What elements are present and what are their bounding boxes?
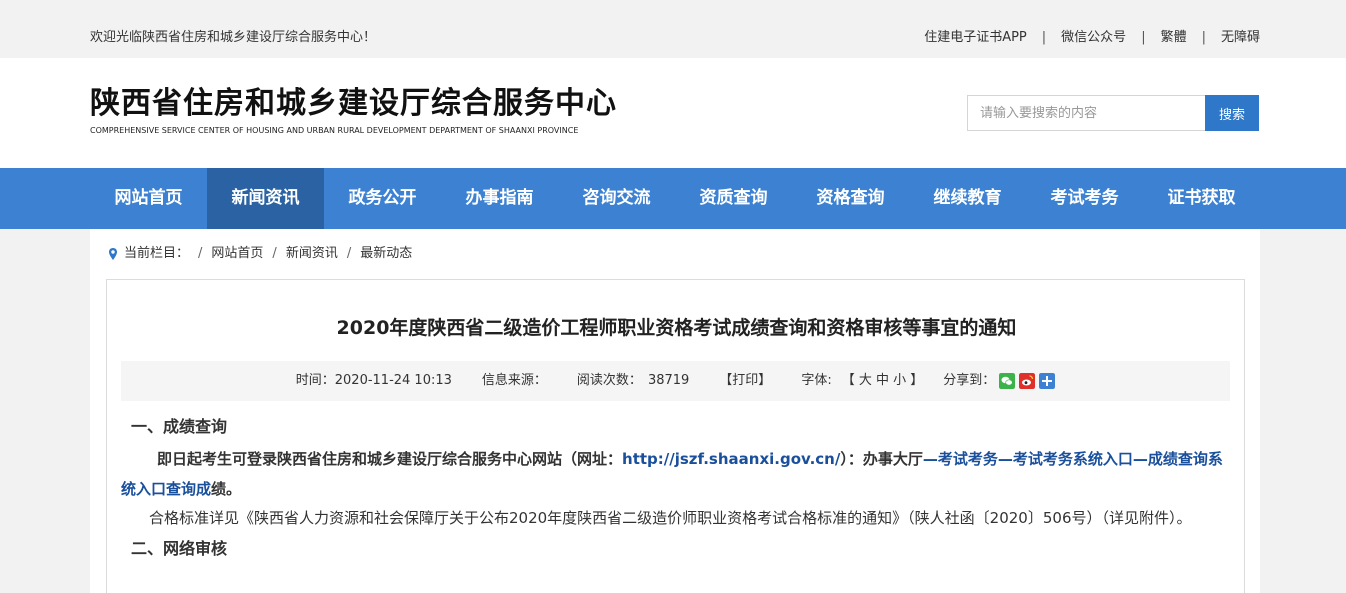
wechat-account-link[interactable]: 微信公众号 [1061, 29, 1126, 47]
article-paragraph: 合格标准详见《陕西省人力资源和社会保障厅关于公布2020年度陕西省二级造价师职业… [149, 509, 1192, 527]
nav-item-exams[interactable]: 考试考务 [1026, 168, 1143, 229]
weibo-icon[interactable] [1019, 373, 1036, 389]
views-count: 38719 [647, 373, 690, 388]
article-paragraph: 即日起考生可登录陕西省住房和城乡建设厅综合服务中心网站（网址：http://js… [121, 444, 1231, 504]
breadcrumb-latest[interactable]: 最新动态 [360, 229, 412, 279]
breadcrumb-separator: / [198, 246, 203, 261]
print-button[interactable]: 【打印】 [719, 361, 771, 401]
wechat-icon[interactable] [999, 373, 1016, 389]
site-header: 陕西省住房和城乡建设厅综合服务中心 COMPREHENSIVE SERVICE … [0, 58, 1346, 168]
site-logo-subtitle: COMPREHENSIVE SERVICE CENTER OF HOUSING … [90, 126, 579, 135]
accessibility-link[interactable]: 无障碍 [1221, 29, 1260, 47]
article-meta: 时间：2020-11-24 10:13 信息来源： 阅读次数： 38719 【打… [121, 361, 1230, 401]
nav-item-continuing-education[interactable]: 继续教育 [909, 168, 1026, 229]
nav-item-certificate-retrieval[interactable]: 证书获取 [1143, 168, 1260, 229]
share-label: 分享到： [943, 373, 996, 388]
nav-item-qualification-query[interactable]: 资质查询 [675, 168, 792, 229]
article-box: 2020年度陕西省二级造价工程师职业资格考试成绩查询和资格审核等事宜的通知 时间… [106, 279, 1245, 593]
top-links: 住建电子证书APP | 微信公众号 | 繁體 | 无障碍 [924, 29, 1260, 47]
nav-item-service-guide[interactable]: 办事指南 [441, 168, 558, 229]
breadcrumb-label: 当前栏目： [124, 246, 190, 261]
website-url-link[interactable]: http://jszf.shaanxi.gov.cn/ [622, 450, 840, 468]
e-certificate-app-link[interactable]: 住建电子证书APP [924, 29, 1027, 47]
paragraph-text: ）：办事大厅 [840, 450, 923, 468]
section-heading: 二、网络审核 [131, 539, 228, 558]
top-bar: 欢迎光临陕西省住房和城乡建设厅综合服务中心！ 住建电子证书APP | 微信公众号… [0, 0, 1346, 58]
paragraph-text: 即日起考生可登录陕西省住房和城乡建设厅综合服务中心网站（网址： [157, 450, 623, 468]
paragraph-text: 绩。 [211, 480, 242, 498]
nav-item-news[interactable]: 新闻资讯 [207, 168, 324, 229]
publish-time: 时间：2020-11-24 10:13 [295, 373, 452, 388]
font-size-options[interactable]: 【 大 中 小 】 [842, 361, 924, 401]
nav-item-consultation[interactable]: 咨询交流 [558, 168, 675, 229]
font-size-label: 字体: [801, 373, 832, 388]
location-pin-icon [109, 248, 117, 260]
top-link-separator: | [1141, 30, 1146, 45]
nav-item-certification-query[interactable]: 资格查询 [792, 168, 909, 229]
article-title: 2020年度陕西省二级造价工程师职业资格考试成绩查询和资格审核等事宜的通知 [336, 317, 1017, 339]
search-input[interactable] [967, 95, 1205, 131]
article-body: 一、成绩查询 即日起考生可登录陕西省住房和城乡建设厅综合服务中心网站（网址：ht… [121, 410, 1231, 566]
top-link-separator: | [1041, 30, 1047, 45]
top-link-separator: | [1201, 30, 1206, 45]
breadcrumb-home[interactable]: 网站首页 [211, 229, 263, 279]
info-source: 信息来源： [481, 373, 547, 388]
search-button[interactable]: 搜索 [1205, 95, 1259, 131]
nav-item-home[interactable]: 网站首页 [90, 168, 207, 229]
breadcrumb-separator: / [272, 246, 277, 261]
section-heading: 一、成绩查询 [131, 417, 228, 436]
breadcrumb: 当前栏目： / 网站首页 / 新闻资讯 / 最新动态 [90, 229, 1260, 279]
breadcrumb-separator: / [346, 246, 352, 261]
main-nav: 网站首页 新闻资讯 政务公开 办事指南 咨询交流 资质查询 资格查询 继续教育 … [0, 168, 1346, 229]
nav-item-government-affairs[interactable]: 政务公开 [324, 168, 441, 229]
welcome-text: 欢迎光临陕西省住房和城乡建设厅综合服务中心！ [90, 30, 377, 45]
more-share-icon[interactable] [1039, 373, 1056, 389]
breadcrumb-news[interactable]: 新闻资讯 [286, 229, 338, 279]
content-area: 2020年度陕西省二级造价工程师职业资格考试成绩查询和资格审核等事宜的通知 时间… [90, 279, 1260, 593]
traditional-chinese-link[interactable]: 繁體 [1161, 29, 1187, 47]
views-label: 阅读次数： [576, 373, 642, 388]
site-logo-title[interactable]: 陕西省住房和城乡建设厅综合服务中心 [90, 86, 617, 122]
